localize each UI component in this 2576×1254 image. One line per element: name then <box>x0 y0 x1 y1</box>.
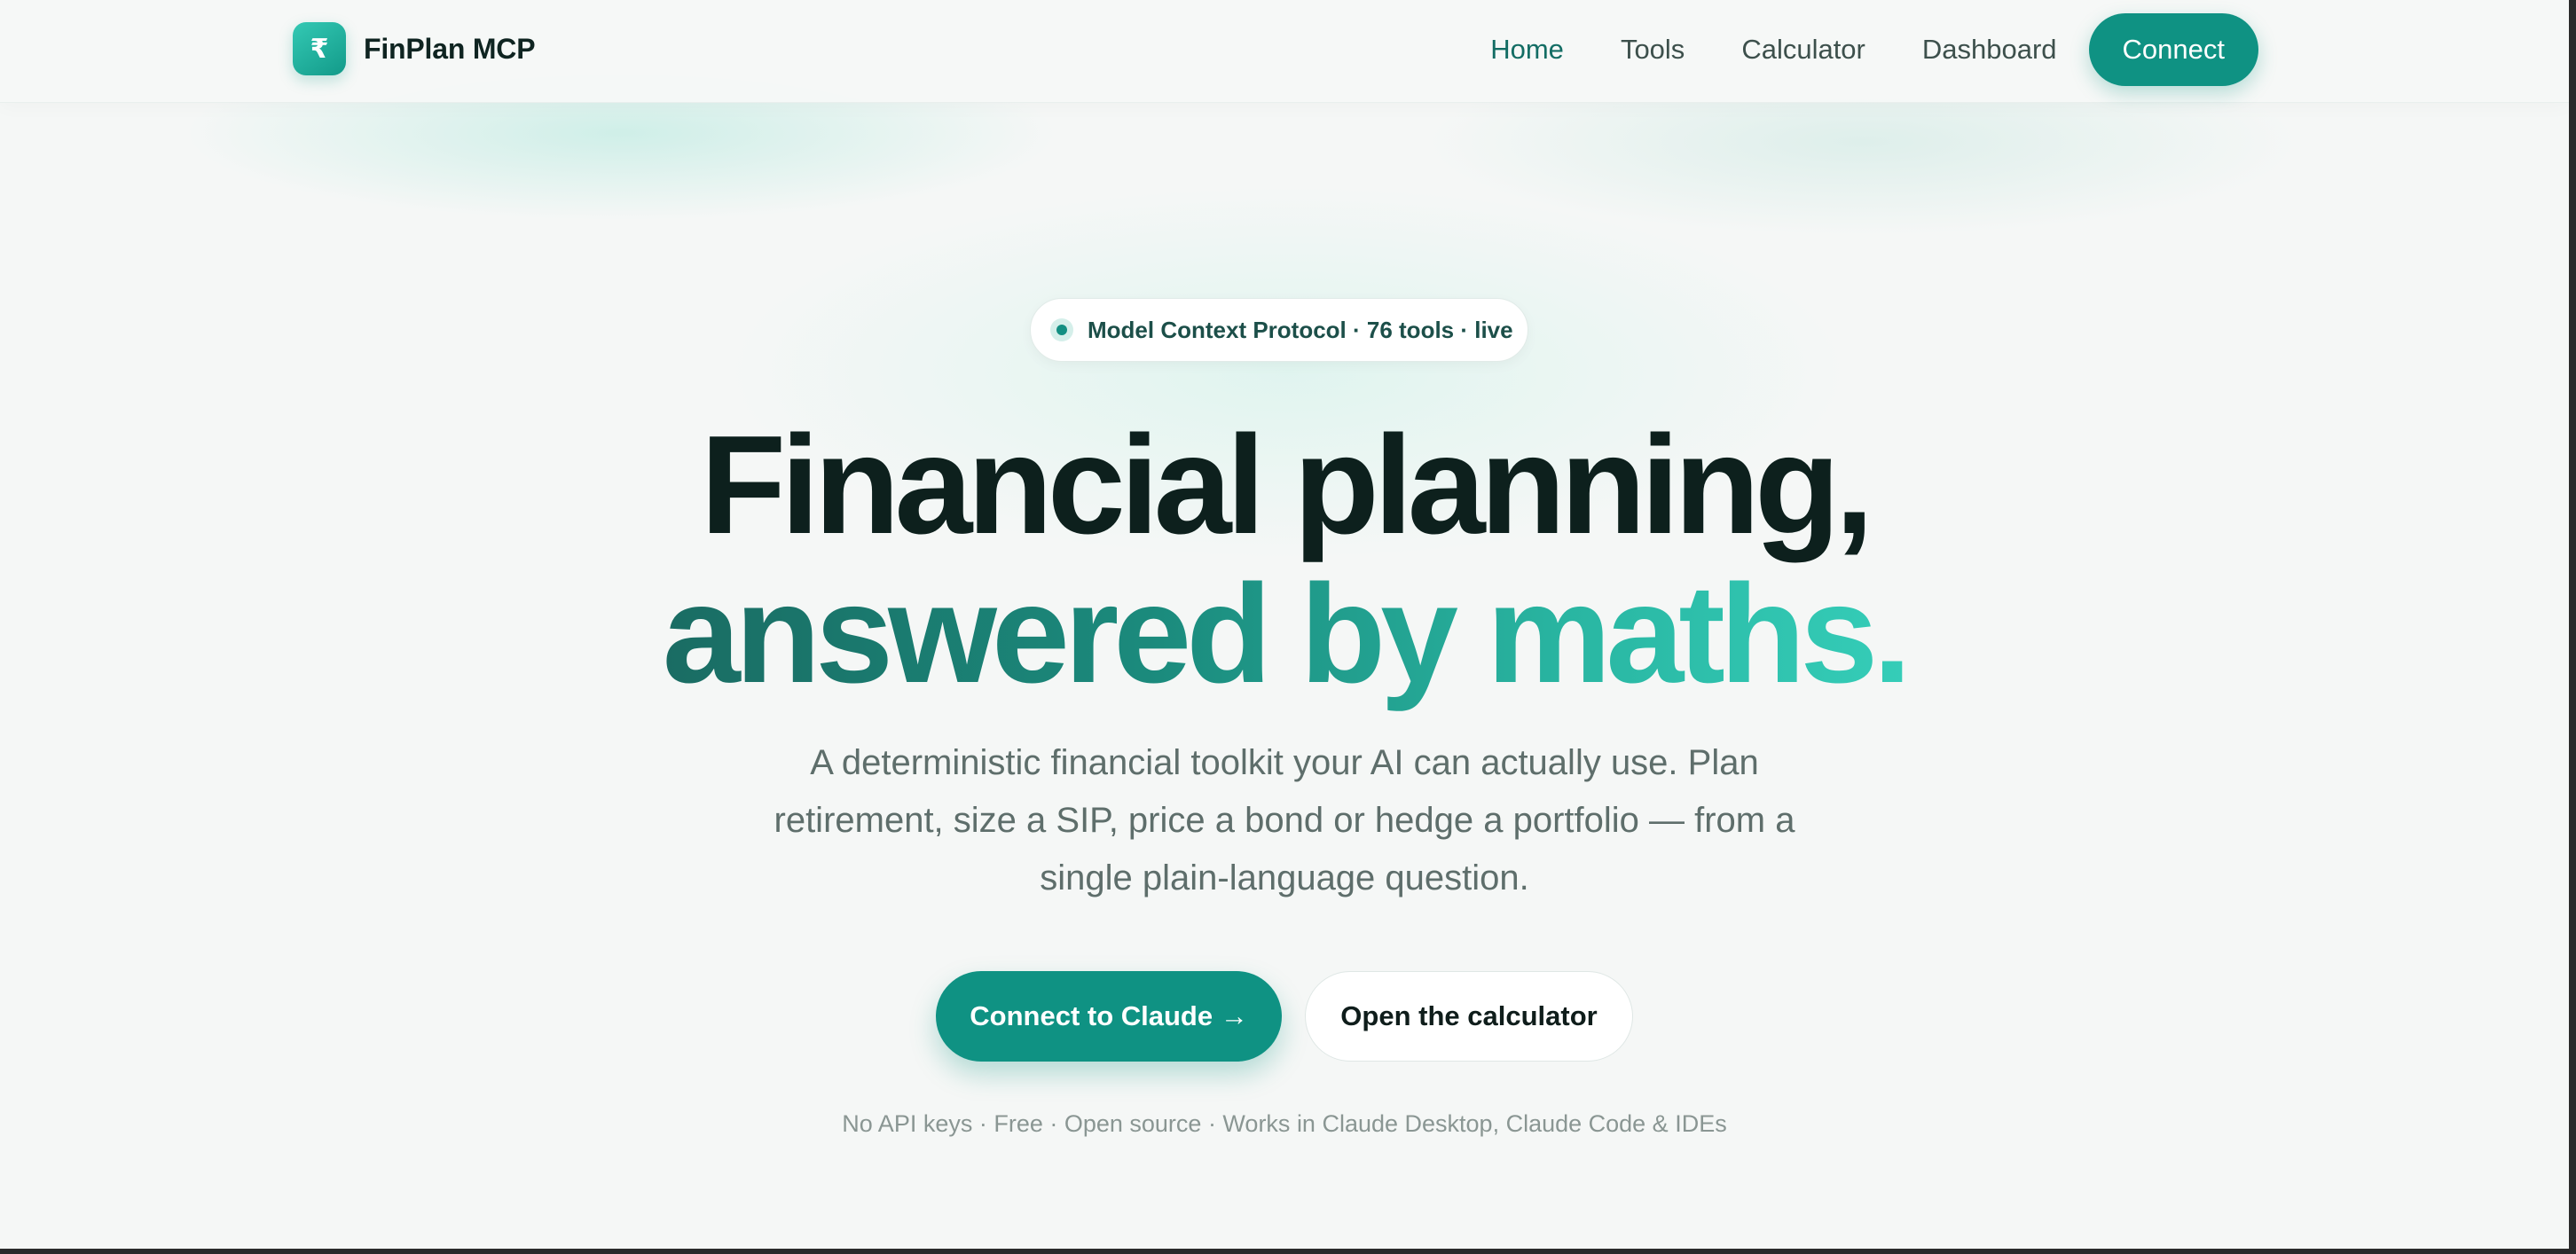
window-edge-right <box>2569 0 2576 1254</box>
connect-to-claude-button[interactable]: Connect to Claude → <box>936 971 1282 1062</box>
hero-footnote: No API keys · Free · Open source · Works… <box>842 1110 1727 1137</box>
hero-title-line2: answered by maths. <box>0 564 2569 704</box>
brand-home-link[interactable]: ₹ FinPlan MCP <box>293 22 536 75</box>
top-navbar: ₹ FinPlan MCP Home Tools Calculator Dash… <box>0 0 2569 103</box>
main-nav: Home Tools Calculator Dashboard Connect <box>1433 13 2258 86</box>
connect-button[interactable]: Connect <box>2088 13 2258 86</box>
hero-subtitle: A deterministic financial toolkit your A… <box>774 743 1795 897</box>
nav-tools[interactable]: Tools <box>1621 34 1685 66</box>
nav-dashboard[interactable]: Dashboard <box>1922 34 2057 66</box>
brand-name: FinPlan MCP <box>364 32 536 65</box>
hero-title-line1: Financial planning, <box>700 407 1874 563</box>
open-calculator-button[interactable]: Open the calculator <box>1305 971 1633 1062</box>
window-edge-bottom <box>0 1249 2576 1254</box>
status-badge-text: Model Context Protocol · 76 tools · live <box>1088 316 1513 343</box>
cta-row: Connect to Claude → Open the calculator <box>0 971 2569 1062</box>
nav-home[interactable]: Home <box>1490 34 1564 66</box>
rupee-logo-icon: ₹ <box>293 22 346 75</box>
status-badge: Model Context Protocol · 76 tools · live <box>1030 298 1528 362</box>
live-dot-icon <box>1050 318 1073 341</box>
nav-calculator[interactable]: Calculator <box>1741 34 1865 66</box>
hero-title-gradient: answered by maths. <box>662 556 1912 712</box>
